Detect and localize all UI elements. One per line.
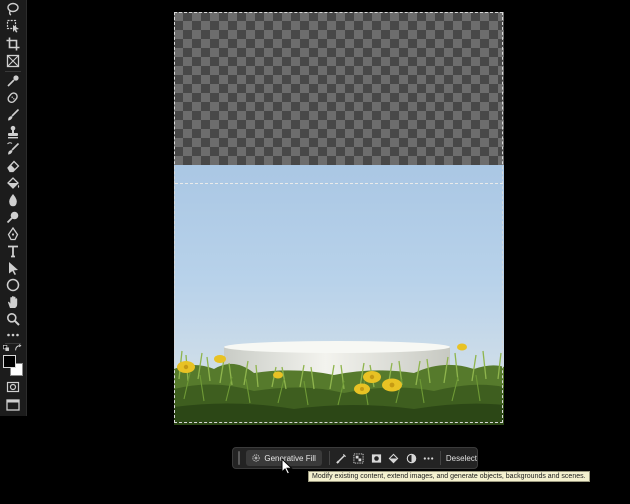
hand-icon[interactable] bbox=[3, 294, 23, 310]
modify-selection-icon[interactable] bbox=[335, 450, 348, 466]
foreground-color-swatch[interactable] bbox=[3, 355, 16, 368]
more-options-icon[interactable] bbox=[423, 450, 436, 466]
spot-healing-icon[interactable] bbox=[3, 90, 23, 106]
clone-stamp-icon[interactable] bbox=[3, 124, 23, 140]
screen-mode-icon[interactable] bbox=[3, 397, 23, 413]
blur-icon[interactable] bbox=[3, 192, 23, 208]
pen-icon[interactable] bbox=[3, 226, 23, 242]
tool-divider bbox=[5, 71, 21, 72]
document-canvas[interactable] bbox=[174, 12, 504, 425]
history-brush-icon[interactable] bbox=[3, 141, 23, 157]
quick-mask-icon[interactable] bbox=[3, 379, 23, 395]
deselect-button[interactable]: Deselect bbox=[446, 454, 477, 463]
type-icon[interactable] bbox=[3, 243, 23, 259]
paint-bucket-icon[interactable] bbox=[3, 175, 23, 191]
more-tools-icon[interactable] bbox=[3, 327, 23, 343]
frame-icon[interactable] bbox=[3, 53, 23, 69]
path-selection-icon[interactable] bbox=[3, 260, 23, 276]
default-colors-icon[interactable] bbox=[1, 343, 11, 353]
eyedropper-icon[interactable] bbox=[3, 73, 23, 89]
taskbar-drag-handle[interactable] bbox=[238, 451, 241, 465]
ellipse-icon[interactable] bbox=[3, 277, 23, 293]
mouse-cursor-icon bbox=[281, 458, 293, 475]
generative-fill-icon bbox=[252, 454, 260, 462]
photo-layer bbox=[174, 165, 504, 425]
tools-panel bbox=[0, 0, 27, 416]
dodge-icon[interactable] bbox=[3, 209, 23, 225]
taskbar-divider bbox=[328, 451, 330, 465]
transparent-extended-area bbox=[174, 12, 504, 165]
object-selection-icon[interactable] bbox=[3, 18, 23, 34]
crop-icon[interactable] bbox=[3, 36, 23, 52]
swap-colors-icon[interactable] bbox=[13, 343, 23, 353]
select-inverse-icon[interactable] bbox=[352, 450, 365, 466]
contextual-taskbar: Generative Fill Deselect bbox=[232, 447, 478, 469]
fill-selection-icon[interactable] bbox=[387, 450, 400, 466]
brush-icon[interactable] bbox=[3, 107, 23, 123]
grass-and-podium-image bbox=[174, 341, 504, 425]
zoom-icon[interactable] bbox=[3, 311, 23, 327]
lasso-icon[interactable] bbox=[3, 1, 23, 17]
adjustment-layer-icon[interactable] bbox=[405, 450, 418, 466]
create-mask-icon[interactable] bbox=[370, 450, 383, 466]
taskbar-divider bbox=[440, 451, 441, 465]
generative-fill-tooltip: Modify existing content, extend images, … bbox=[308, 471, 590, 482]
eraser-icon[interactable] bbox=[3, 158, 23, 174]
